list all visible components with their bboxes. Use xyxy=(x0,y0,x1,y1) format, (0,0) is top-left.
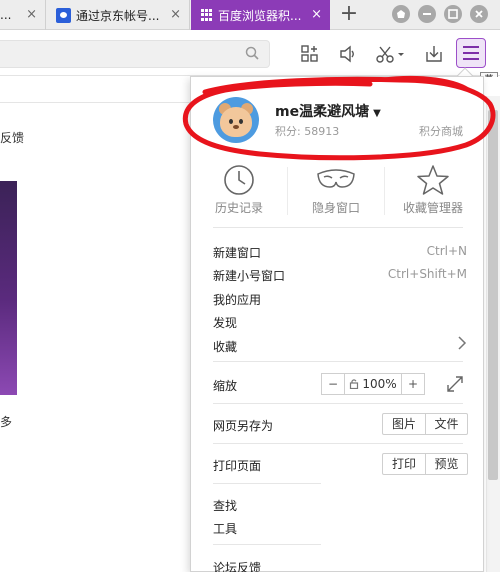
tab-2-close-icon[interactable]: × xyxy=(170,7,181,22)
print-preview-button[interactable]: 预览 xyxy=(425,454,467,474)
grid-icon xyxy=(201,9,213,21)
chevron-right-icon xyxy=(457,335,467,355)
print-button[interactable]: 打印 xyxy=(383,454,425,474)
incognito-window-button[interactable]: 隐身窗口 xyxy=(288,163,384,219)
tab-2[interactable]: 通过京东帐号... × xyxy=(48,0,190,30)
zoom-value: 100% xyxy=(344,374,402,394)
fullscreen-icon[interactable] xyxy=(444,373,466,395)
menu-item-find[interactable]: 查找 xyxy=(213,497,237,514)
save-page-as-label: 网页另存为 xyxy=(213,419,274,433)
user-icon[interactable] xyxy=(392,5,410,23)
favorites-manager-label: 收藏管理器 xyxy=(402,201,463,215)
restore-icon[interactable] xyxy=(444,5,462,23)
menu-item-forum-feedback[interactable]: 论坛反馈 xyxy=(213,559,261,572)
lock-icon xyxy=(350,379,359,390)
zoom-in-button[interactable]: + xyxy=(402,374,424,394)
incognito-label: 隐身窗口 xyxy=(311,201,360,215)
dropdown-arrow-icon[interactable]: ▼ xyxy=(373,108,381,119)
download-icon[interactable] xyxy=(420,40,448,68)
menu-item-discover[interactable]: 发现 xyxy=(213,314,237,331)
print-page-label: 打印页面 xyxy=(213,459,262,473)
menu-divider xyxy=(213,403,463,404)
hamburger-icon xyxy=(463,46,479,48)
close-icon[interactable] xyxy=(470,5,488,23)
minimize-icon[interactable] xyxy=(418,5,436,23)
username-text: me温柔避风塘 xyxy=(275,104,370,120)
favorites-manager-button[interactable]: 收藏管理器 xyxy=(385,163,481,219)
user-card: me温柔避风塘 ▼ 积分: 58913 积分商城 xyxy=(191,77,483,157)
paw-icon xyxy=(56,7,71,23)
page-feedback-text[interactable]: 反馈 xyxy=(0,129,24,146)
page-banner-image xyxy=(0,181,17,395)
tab-3-label: 百度浏览器积... xyxy=(218,8,302,23)
menu-divider xyxy=(213,483,321,484)
menu-divider xyxy=(213,443,463,444)
print-button-group: 打印 预览 xyxy=(382,453,468,475)
menu-item-my-apps[interactable]: 我的应用 xyxy=(213,291,261,308)
points-mall-link[interactable]: 积分商城 xyxy=(419,123,463,139)
menu-divider xyxy=(213,361,463,362)
search-icon[interactable] xyxy=(245,46,259,64)
scissors-icon[interactable] xyxy=(372,40,408,68)
tab-bar: ... × 通过京东帐号... × 百度浏览器积... × + xyxy=(0,0,500,30)
toolbar xyxy=(0,30,500,76)
menu-item-favorites[interactable]: 收藏 xyxy=(213,338,237,355)
zoom-control: − 100% + xyxy=(321,373,425,395)
address-bar[interactable] xyxy=(0,40,270,68)
history-button[interactable]: 历史记录 xyxy=(191,163,287,219)
main-menu-dropdown: me温柔避风塘 ▼ 积分: 58913 积分商城 历史记录 隐身窗口 收藏管理器 … xyxy=(190,76,484,572)
menu-button[interactable] xyxy=(456,38,486,68)
mask-icon xyxy=(288,163,384,197)
menu-divider xyxy=(213,227,463,228)
star-icon xyxy=(385,163,481,197)
save-as-file-button[interactable]: 文件 xyxy=(425,414,467,434)
clock-icon xyxy=(191,163,287,197)
tab-1[interactable]: ... × xyxy=(0,0,46,30)
menu-item-new-small-window[interactable]: 新建小号窗口 xyxy=(213,267,285,284)
avatar[interactable] xyxy=(213,97,259,143)
username[interactable]: me温柔避风塘 ▼ xyxy=(275,101,381,121)
menu-item-tools[interactable]: 工具 xyxy=(213,520,237,537)
history-label: 历史记录 xyxy=(214,201,263,215)
scrollbar-thumb[interactable] xyxy=(488,110,498,480)
save-as-button-group: 图片 文件 xyxy=(382,413,468,435)
shortcut-new-window: Ctrl+N xyxy=(426,244,467,258)
speaker-icon[interactable] xyxy=(334,40,362,68)
page-divider xyxy=(0,102,190,103)
tab-1-label: ... xyxy=(0,8,12,22)
shortcut-new-small-window: Ctrl+Shift+M xyxy=(387,267,467,281)
new-tab-button[interactable]: + xyxy=(336,1,362,27)
tab-3-close-icon[interactable]: × xyxy=(311,7,322,22)
tab-3-active[interactable]: 百度浏览器积... × xyxy=(191,0,330,30)
page-more-text[interactable]: 多 xyxy=(0,413,12,430)
menu-divider xyxy=(213,544,321,545)
tab-2-label: 通过京东帐号... xyxy=(76,8,160,23)
tab-1-close-icon[interactable]: × xyxy=(26,7,37,22)
menu-item-new-window[interactable]: 新建窗口 xyxy=(213,244,261,261)
zoom-label: 缩放 xyxy=(213,379,238,393)
points-label: 积分: 58913 xyxy=(275,125,340,138)
save-as-image-button[interactable]: 图片 xyxy=(383,414,425,434)
zoom-out-button[interactable]: − xyxy=(322,374,344,394)
zoom-value-text: 100% xyxy=(362,377,397,391)
add-app-icon[interactable] xyxy=(296,40,324,68)
